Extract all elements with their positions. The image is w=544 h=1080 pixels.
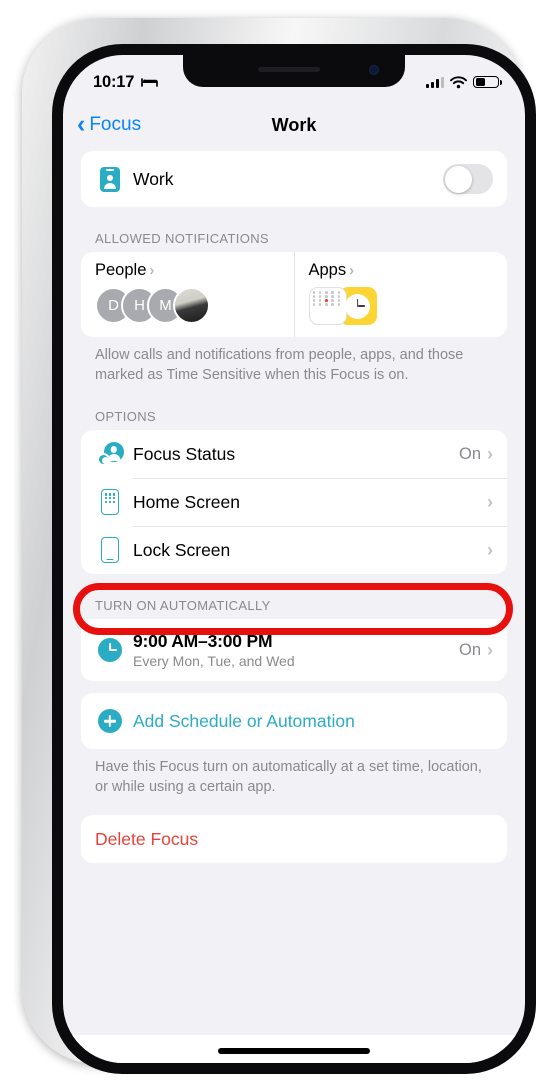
status-bar-right [426, 75, 502, 89]
options-row-label: Lock Screen [133, 539, 231, 560]
delete-focus-label: Delete Focus [95, 828, 199, 849]
people-avatars: D H M [95, 287, 280, 324]
chevron-right-icon: › [487, 443, 493, 464]
battery-icon [473, 75, 502, 89]
options-header: OPTIONS [95, 409, 156, 425]
focus-toggle-label: Work [133, 168, 174, 189]
focus-toggle-card: Work [81, 151, 507, 207]
add-schedule-label: Add Schedule or Automation [133, 710, 355, 731]
navigation-bar: ‹ Focus Work [63, 99, 525, 151]
notch [183, 55, 405, 87]
add-schedule-card: Add Schedule or Automation [81, 693, 507, 750]
schedule-text: 9:00 AM–3:00 PM Every Mon, Tue, and Wed [125, 631, 459, 669]
apps-tile-title: Apps › [309, 261, 494, 280]
delete-focus-row[interactable]: Delete Focus [81, 815, 507, 863]
status-time: 10:17 [93, 72, 135, 91]
clock-icon [95, 638, 125, 663]
toggle-knob [444, 165, 472, 193]
back-button[interactable]: ‹ Focus [77, 109, 142, 138]
chevron-right-icon: › [487, 539, 493, 560]
phone-screen: 10:17 ‹ Focus Work Work ALLOWED NOTIFICA… [63, 55, 525, 1063]
settings-scroll-content[interactable]: Work ALLOWED NOTIFICATIONS People › D H … [63, 151, 525, 1063]
people-tile[interactable]: People › D H M [81, 252, 294, 337]
turn-on-automatically-footer: Have this Focus turn on automatically at… [95, 759, 482, 795]
apps-tile[interactable]: Apps › [293, 252, 508, 337]
calendar-app-icon [308, 287, 347, 325]
plus-circle-icon [95, 709, 125, 734]
chevron-right-icon: › [487, 639, 493, 660]
chevron-left-icon: ‹ [77, 109, 86, 138]
options-row-label: Home Screen [133, 491, 240, 512]
schedule-time-range: 9:00 AM–3:00 PM [133, 631, 273, 652]
schedule-row[interactable]: 9:00 AM–3:00 PM Every Mon, Tue, and Wed … [81, 619, 507, 681]
allowed-notifications-header: ALLOWED NOTIFICATIONS [95, 231, 269, 246]
wifi-icon [450, 75, 467, 88]
work-badge-icon [95, 166, 125, 192]
chevron-right-icon: › [349, 262, 355, 279]
focus-status-icon [95, 442, 125, 467]
options-row-value: On [458, 444, 481, 463]
options-card: Focus Status On › Home Screen › Lock Scr… [81, 430, 507, 575]
back-button-label: Focus [89, 114, 142, 135]
apps-icon-list [308, 287, 494, 325]
options-row-home-screen[interactable]: Home Screen › [81, 478, 507, 526]
options-row-lock-screen[interactable]: Lock Screen › [81, 526, 507, 574]
front-camera-icon [369, 65, 379, 75]
allowed-notifications-footer: Allow calls and notifications from peopl… [95, 347, 464, 383]
status-bar-left: 10:17 [93, 72, 159, 92]
bed-icon [141, 77, 159, 87]
apps-label: Apps [308, 261, 347, 279]
chevron-right-icon: › [487, 491, 493, 512]
home-screen-icon [95, 489, 125, 516]
schedule-value: On [458, 640, 481, 659]
options-row-label: Focus Status [133, 443, 236, 464]
people-label: People [95, 261, 147, 279]
allowed-notifications-card: People › D H M Apps › [81, 252, 507, 337]
cellular-signal-icon [426, 76, 444, 88]
iphone-device-frame: 10:17 ‹ Focus Work Work ALLOWED NOTIFICA… [22, 18, 536, 1074]
options-row-focus-status[interactable]: Focus Status On › [81, 430, 507, 478]
add-schedule-row[interactable]: Add Schedule or Automation [81, 693, 507, 749]
chevron-right-icon: › [149, 262, 155, 279]
focus-enable-toggle[interactable] [443, 164, 493, 194]
speaker-grille [258, 67, 321, 72]
lock-screen-icon [95, 537, 125, 564]
home-indicator[interactable] [218, 1048, 370, 1054]
schedule-repeat: Every Mon, Tue, and Wed [133, 653, 295, 670]
avatar-photo [173, 287, 210, 324]
focus-toggle-row[interactable]: Work [81, 151, 507, 207]
turn-on-automatically-header: TURN ON AUTOMATICALLY [95, 598, 271, 614]
people-tile-title: People › [95, 261, 280, 280]
delete-focus-card: Delete Focus [81, 815, 507, 864]
schedule-card: 9:00 AM–3:00 PM Every Mon, Tue, and Wed … [81, 619, 507, 682]
